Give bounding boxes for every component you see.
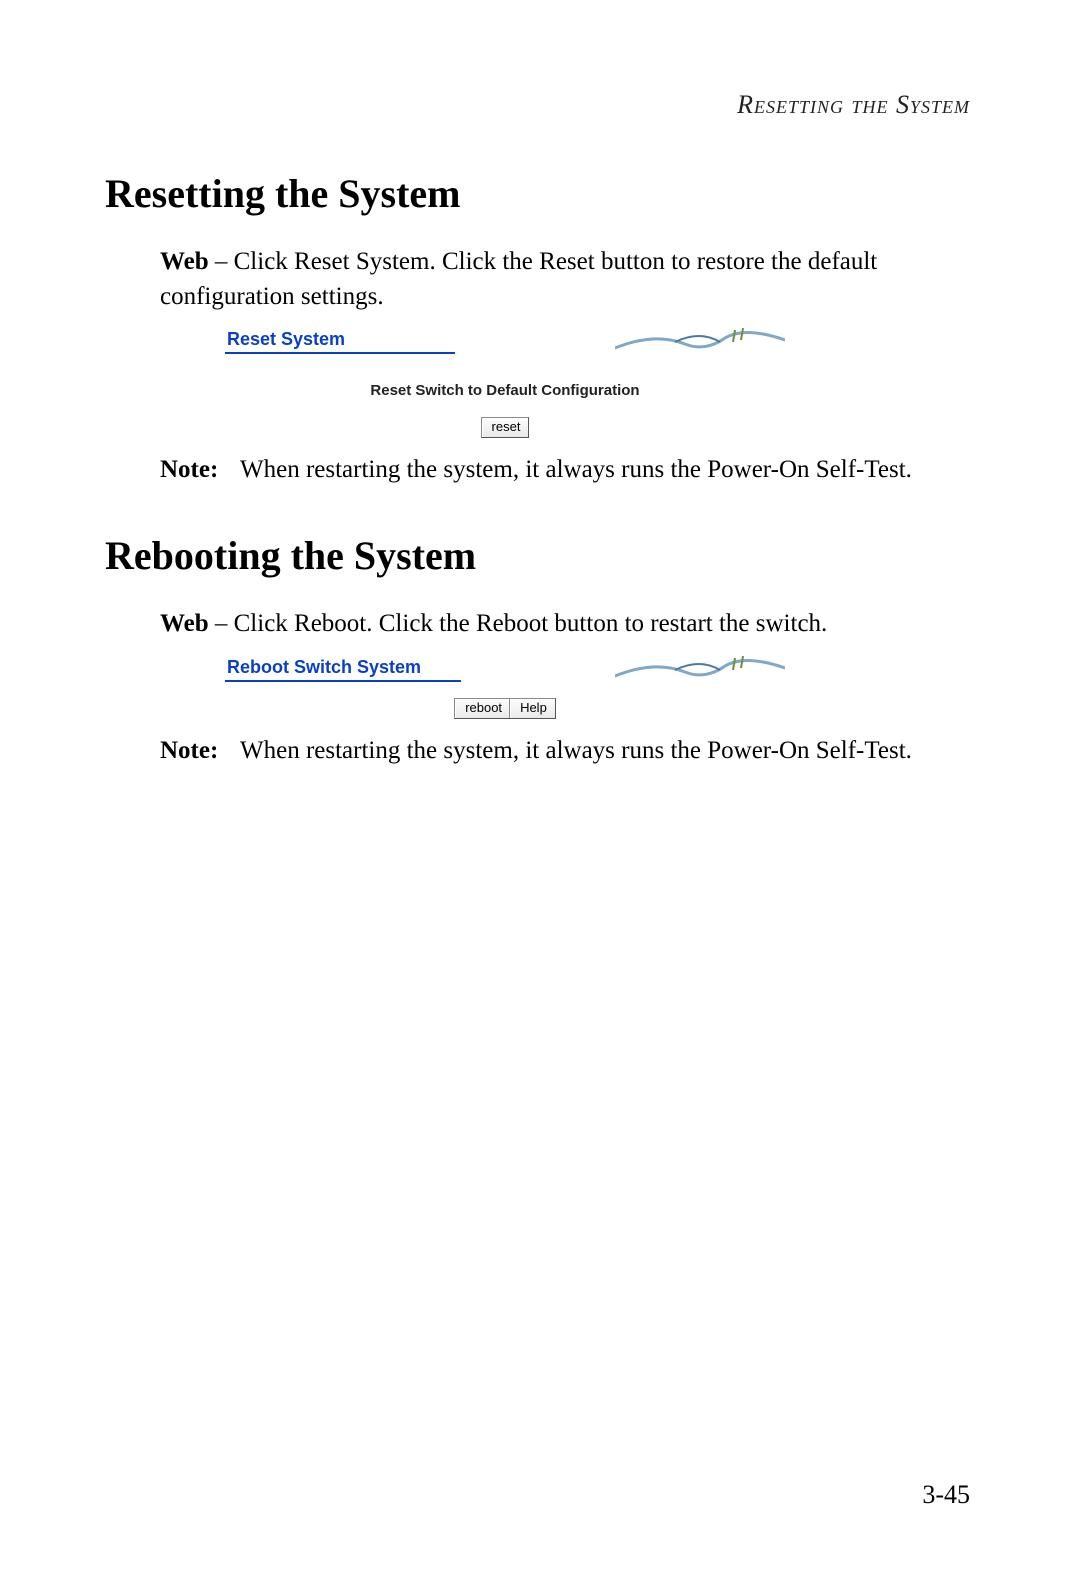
section2-heading: Rebooting the System [105,532,980,579]
page-number: 3-45 [922,1480,970,1510]
section2-lead-bold: Web [160,610,209,637]
section1-body: Web – Click Reset System. Click the Rese… [160,245,980,484]
section1-note-label: Note: [160,456,240,484]
reset-button-row: reset [225,417,785,438]
section2-note-label: Note: [160,737,240,765]
reboot-button[interactable]: reboot [454,698,511,719]
reset-ui-title: Reset System [225,329,455,354]
header-decoration-icon [491,654,785,682]
section2-body: Web – Click Reboot. Click the Reboot but… [160,607,980,765]
reboot-ui-header: Reboot Switch System [225,652,785,682]
reboot-button-row: rebootHelp [225,698,785,719]
reset-ui-subhead: Reset Switch to Default Configuration [225,382,785,399]
section1-lead: Web – Click Reset System. Click the Rese… [160,245,980,314]
reset-system-figure: Reset System Reset Switch to Default Con… [225,324,785,438]
section1-lead-rest: – Click Reset System. Click the Reset bu… [160,248,877,310]
section1-note-text: When restarting the system, it always ru… [240,456,980,484]
reset-ui-header: Reset System [225,324,785,354]
section1-note: Note: When restarting the system, it alw… [160,456,980,484]
section1-heading: Resetting the System [105,170,980,217]
section2-note-text: When restarting the system, it always ru… [240,737,980,765]
header-decoration-icon [485,326,785,354]
reboot-ui-title: Reboot Switch System [225,657,461,682]
page: Resetting the System Resetting the Syste… [0,0,1080,1570]
section2-lead: Web – Click Reboot. Click the Reboot but… [160,607,980,642]
section2-note: Note: When restarting the system, it alw… [160,737,980,765]
section2-lead-rest: – Click Reboot. Click the Reboot button … [209,610,828,637]
reboot-system-figure: Reboot Switch System rebootHelp [225,652,785,719]
help-button[interactable]: Help [509,698,556,719]
reset-button[interactable]: reset [481,417,530,438]
running-head: Resetting the System [105,90,970,120]
section1-lead-bold: Web [160,248,209,275]
